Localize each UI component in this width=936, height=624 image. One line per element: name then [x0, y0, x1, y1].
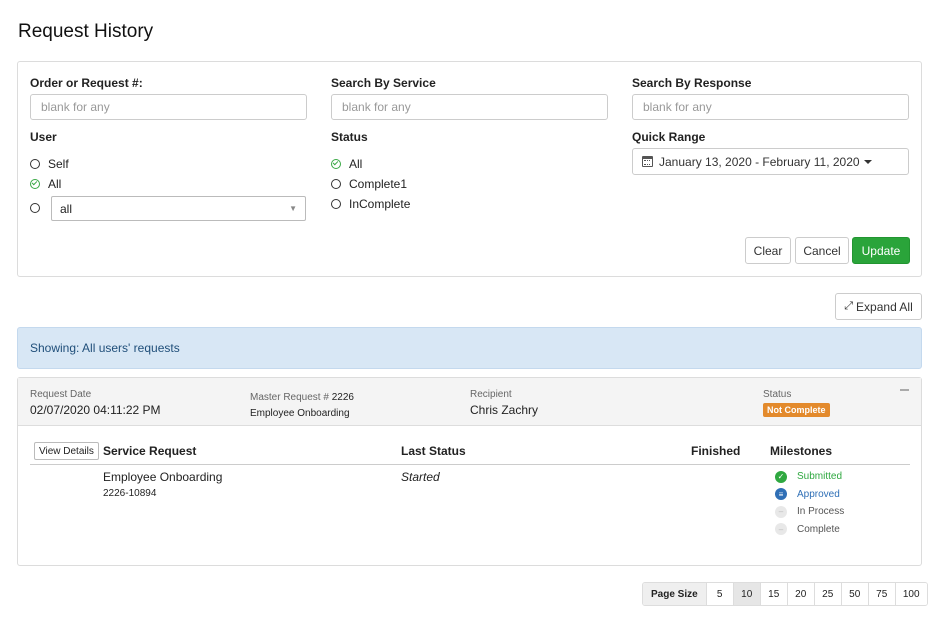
milestones-list: ✓ Submitted ≡ Approved – In Process – Co… [775, 468, 844, 538]
milestone-label: Submitted [797, 471, 843, 483]
service-name: Employee Onboarding [103, 470, 223, 484]
quick-range-value: January 13, 2020 - February 11, 2020 [659, 154, 860, 169]
user-option-self[interactable]: Self [30, 156, 69, 172]
page-size-option[interactable]: 50 [841, 583, 869, 605]
recipient-label: Recipient [470, 389, 512, 400]
clear-button[interactable]: Clear [745, 237, 791, 264]
pending-icon: – [775, 505, 787, 518]
request-header[interactable]: Request Date 02/07/2020 04:11:22 PM Mast… [18, 378, 921, 426]
radio-specific-user[interactable] [30, 203, 40, 213]
master-request-label: Master Request # [250, 392, 329, 403]
service-input[interactable] [331, 94, 608, 120]
cancel-button[interactable]: Cancel [795, 237, 849, 264]
filter-panel: Order or Request #: User Self All all ▼ … [17, 61, 922, 277]
radio-all-selected[interactable] [30, 179, 40, 189]
expand-all-button[interactable]: ⤢ Expand All [835, 293, 922, 320]
page-size-option-active[interactable]: 10 [733, 583, 761, 605]
info-banner: Showing: All users' requests [17, 327, 922, 369]
user-option-self-label: Self [48, 157, 69, 171]
response-input[interactable] [632, 94, 909, 120]
col-header-service: Service Request [103, 444, 197, 458]
request-status-label: Status [763, 389, 792, 400]
radio-status-all-selected[interactable] [331, 159, 341, 169]
milestone-submitted: ✓ Submitted [775, 468, 844, 486]
page-size-option[interactable]: 75 [868, 583, 896, 605]
quick-range-picker[interactable]: January 13, 2020 - February 11, 2020 [632, 148, 909, 175]
user-label: User [30, 130, 57, 144]
caret-down-icon [863, 159, 872, 164]
radio-status-incomplete[interactable] [331, 199, 341, 209]
service-label: Search By Service [331, 76, 436, 90]
page-size-option[interactable]: 25 [814, 583, 842, 605]
request-status: Status Not Complete [763, 389, 830, 417]
page-size-option[interactable]: 15 [760, 583, 788, 605]
page-size-label: Page Size [643, 583, 707, 605]
user-option-all[interactable]: All [30, 176, 61, 192]
expand-icon: ⤢ [844, 300, 854, 312]
page-size-option[interactable]: 100 [895, 583, 927, 605]
status-option-incomplete[interactable]: InComplete [331, 196, 410, 212]
service-id: 2226-10894 [103, 488, 157, 499]
milestone-in-process: – In Process [775, 503, 844, 521]
caret-down-icon: ▼ [289, 204, 297, 213]
status-option-all[interactable]: All [331, 156, 362, 172]
status-badge: Not Complete [763, 403, 830, 417]
user-option-specific[interactable] [30, 200, 48, 216]
user-select[interactable]: all ▼ [51, 196, 306, 221]
status-option-incomplete-label: InComplete [349, 197, 411, 211]
table-divider [30, 464, 910, 465]
page-title: Request History [18, 21, 154, 42]
check-circle-icon: ✓ [775, 470, 787, 483]
expand-all-label: Expand All [856, 299, 913, 314]
collapse-icon[interactable] [900, 389, 909, 391]
page-size-selector: Page Size 5 10 15 20 25 50 75 100 [642, 582, 928, 606]
order-input[interactable] [30, 94, 307, 120]
user-option-all-label: All [48, 177, 62, 191]
request-date: Request Date 02/07/2020 04:11:22 PM [30, 389, 161, 417]
milestone-label: Approved [797, 488, 840, 500]
recipient: Recipient Chris Zachry [470, 389, 538, 417]
request-date-value: 02/07/2020 04:11:22 PM [30, 403, 161, 417]
milestone-approved: ≡ Approved [775, 486, 844, 504]
quick-range-label: Quick Range [632, 130, 706, 144]
response-label: Search By Response [632, 76, 752, 90]
master-request-name: Employee Onboarding [250, 408, 350, 419]
milestone-label: In Process [797, 506, 845, 518]
milestone-complete: – Complete [775, 521, 844, 539]
update-button[interactable]: Update [852, 237, 910, 264]
recipient-value: Chris Zachry [470, 403, 539, 417]
pending-icon: – [775, 523, 787, 536]
info-banner-text: Showing: All users' requests [30, 341, 180, 355]
calendar-icon [642, 156, 653, 167]
page-size-option[interactable]: 5 [706, 583, 734, 605]
user-select-value: all [60, 201, 73, 216]
master-request: Master Request # 2226 Employee Onboardin… [250, 389, 354, 419]
request-card: Request Date 02/07/2020 04:11:22 PM Mast… [17, 377, 922, 566]
col-header-milestones: Milestones [770, 444, 833, 458]
approved-icon: ≡ [775, 488, 787, 501]
status-option-complete[interactable]: Complete1 [331, 176, 407, 192]
view-details-button[interactable]: View Details [34, 442, 99, 460]
status-option-complete-label: Complete1 [349, 177, 408, 191]
last-status-value: Started [401, 470, 440, 484]
request-date-label: Request Date [30, 389, 92, 400]
master-request-line: Master Request # 2226 [250, 392, 354, 403]
master-request-number: 2226 [331, 392, 354, 403]
order-label: Order or Request #: [30, 76, 143, 90]
status-option-all-label: All [349, 157, 363, 171]
col-header-finished: Finished [691, 444, 741, 458]
radio-status-complete[interactable] [331, 179, 341, 189]
page-size-option[interactable]: 20 [787, 583, 815, 605]
col-header-last-status: Last Status [401, 444, 466, 458]
milestone-label: Complete [797, 523, 840, 535]
radio-self[interactable] [30, 159, 40, 169]
status-label: Status [331, 130, 368, 144]
